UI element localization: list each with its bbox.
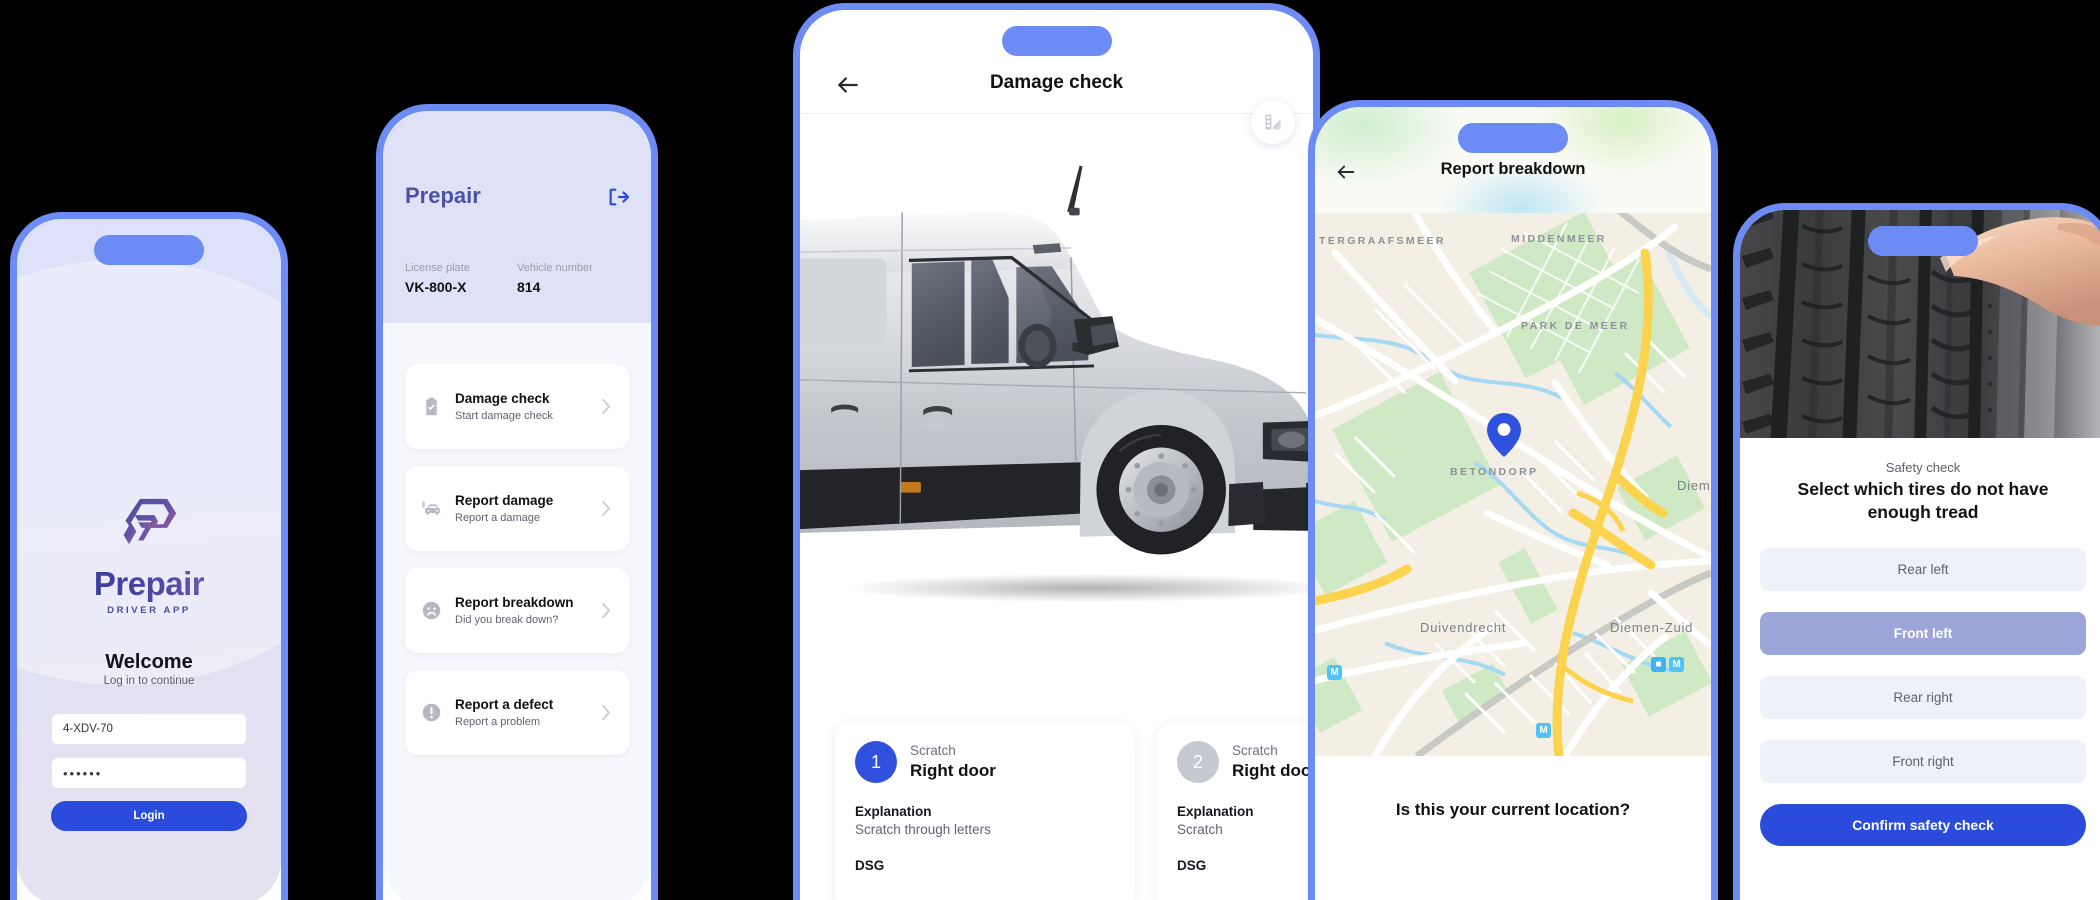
page-title: Report breakdown — [1440, 160, 1586, 178]
menu-item-report-damage[interactable]: Report damage Report a damage — [405, 466, 629, 551]
welcome-heading: Welcome — [105, 651, 193, 673]
logout-icon[interactable] — [607, 186, 629, 208]
explanation-value: Scratch through letters — [855, 822, 991, 837]
menu-item-title: Report breakdown — [455, 595, 574, 610]
location-map[interactable]: TERGRAAFSMEER MIDDENMEER PARK DE MEER BE… — [1315, 213, 1711, 756]
breakdown-footer: Is this your current location? — [1315, 756, 1711, 900]
dynamic-island — [1868, 226, 1978, 256]
damage-card-kind: Scratch — [1232, 743, 1278, 758]
damage-card[interactable]: 2 Scratch Right door Explanation Scratch… — [1157, 723, 1313, 900]
damage-card-number: 1 — [855, 741, 897, 783]
metro-marker: M — [1536, 723, 1551, 738]
prepair-logo-icon — [123, 498, 177, 545]
damage-card-location: Right door — [910, 761, 996, 780]
explanation-label: Explanation — [1177, 804, 1254, 819]
car-crash-icon — [422, 501, 440, 515]
login-form: 4-XDV-70 •••••• Login — [51, 713, 247, 831]
license-plate-field: License plate VK-800-X — [405, 259, 517, 297]
exclamation-circle-icon — [422, 703, 441, 722]
train-marker: ■ — [1651, 657, 1666, 672]
screenshot-canvas: Prepair DRIVER APP Welcome Log in to con… — [0, 0, 2100, 900]
menu-item-subtitle: Did you break down? — [455, 614, 559, 626]
location-confirm-question: Is this your current location? — [1395, 800, 1631, 819]
logo-tagline: DRIVER APP — [107, 605, 191, 616]
map-graphics — [1315, 213, 1711, 756]
dsg-label: DSG — [855, 858, 885, 873]
dynamic-island — [94, 235, 204, 265]
license-plate-value: VK-800-X — [405, 279, 467, 295]
chevron-right-icon — [602, 603, 610, 618]
damage-card-kind: Scratch — [910, 743, 956, 758]
license-plate-label: License plate — [405, 262, 470, 274]
phone-damage-check-screen: Damage check 1 Scratch Right door Explan… — [793, 3, 1320, 900]
dynamic-island — [1458, 123, 1568, 153]
phone-safety-check-screen: Safety check Select which tires do not h… — [1733, 203, 2100, 900]
vehicle-number-field: Vehicle number 814 — [517, 259, 629, 297]
damage-card-number: 2 — [1177, 741, 1219, 783]
menu-item-subtitle: Start damage check — [455, 410, 553, 422]
menu-item-subtitle: Report a problem — [455, 716, 540, 728]
menu-item-title: Report a defect — [455, 697, 554, 712]
clipboard-check-icon — [426, 397, 437, 416]
chevron-right-icon — [602, 399, 610, 414]
confirm-safety-check-button[interactable]: Confirm safety check — [1760, 804, 2086, 846]
tire-option-front-left[interactable]: Front left — [1760, 612, 2086, 655]
color-palette-button[interactable] — [1251, 100, 1295, 144]
damage-check-navbar: Damage check — [800, 60, 1313, 114]
dynamic-island — [1001, 26, 1112, 56]
app-logo: Prepair DRIVER APP — [17, 495, 281, 616]
metro-marker: M — [1669, 657, 1684, 672]
phone-login-screen: Prepair DRIVER APP Welcome Log in to con… — [10, 212, 288, 900]
damage-card-location: Right door — [1232, 761, 1313, 780]
silver-van-side-view-image — [800, 165, 1313, 603]
logo-wordmark: Prepair — [93, 565, 205, 602]
welcome-subheading: Log in to continue — [103, 675, 195, 687]
menu-item-title: Damage check — [455, 391, 550, 406]
vehicle-diagram[interactable]: 1 2 — [800, 128, 1313, 658]
safety-check-eyebrow: Safety check — [1885, 460, 1961, 475]
login-button[interactable]: Login — [51, 801, 247, 831]
menu-list: Damage check Start damage check Report d… — [383, 364, 651, 772]
explanation-value: Scratch — [1177, 822, 1223, 837]
menu-body: Damage check Start damage check Report d… — [383, 323, 651, 900]
menu-header: Prepair License plate VK-800-X Vehicle n… — [383, 111, 651, 323]
vehicle-info: License plate VK-800-X Vehicle number 81… — [405, 259, 629, 297]
safety-check-body: Safety check Select which tires do not h… — [1740, 438, 2100, 900]
page-title: Damage check — [989, 72, 1124, 93]
phone-menu-screen: Prepair License plate VK-800-X Vehicle n… — [376, 104, 658, 900]
phone-report-breakdown-screen: Report breakdown TERGRAAFSMEER MIDDENMEE… — [1308, 100, 1718, 900]
vehicle-number-value: 814 — [517, 279, 541, 295]
menu-item-report-breakdown[interactable]: Report breakdown Did you break down? — [405, 568, 629, 653]
menu-item-title: Report damage — [455, 493, 554, 508]
vehicle-number-label: Vehicle number — [517, 262, 593, 274]
tire-option-rear-left[interactable]: Rear left — [1760, 548, 2086, 591]
chevron-right-icon — [602, 705, 610, 720]
tire-option-list: Rear left Front left Rear right Front ri… — [1740, 548, 2100, 783]
damage-card-carousel[interactable]: 1 Scratch Right door Explanation Scratch… — [800, 723, 1313, 900]
menu-item-subtitle: Report a damage — [455, 512, 540, 524]
metro-marker: M — [1327, 665, 1342, 680]
menu-item-report-defect[interactable]: Report a defect Report a problem — [405, 670, 629, 755]
explanation-label: Explanation — [855, 804, 932, 819]
app-title: Prepair — [405, 183, 481, 208]
chevron-right-icon — [602, 501, 610, 516]
menu-item-damage-check[interactable]: Damage check Start damage check — [405, 364, 629, 449]
color-palette-icon — [1265, 114, 1281, 130]
damage-card[interactable]: 1 Scratch Right door Explanation Scratch… — [835, 723, 1135, 900]
safety-check-heading: Select which tires do not have enough tr… — [1797, 479, 2049, 522]
dsg-label: DSG — [1177, 858, 1207, 873]
sad-face-icon — [422, 601, 441, 620]
tire-option-rear-right[interactable]: Rear right — [1760, 676, 2086, 719]
password-input[interactable]: •••••• — [51, 757, 247, 789]
tire-option-front-right[interactable]: Front right — [1760, 740, 2086, 783]
location-pin-icon[interactable] — [1487, 413, 1521, 457]
license-plate-input[interactable]: 4-XDV-70 — [51, 713, 247, 745]
